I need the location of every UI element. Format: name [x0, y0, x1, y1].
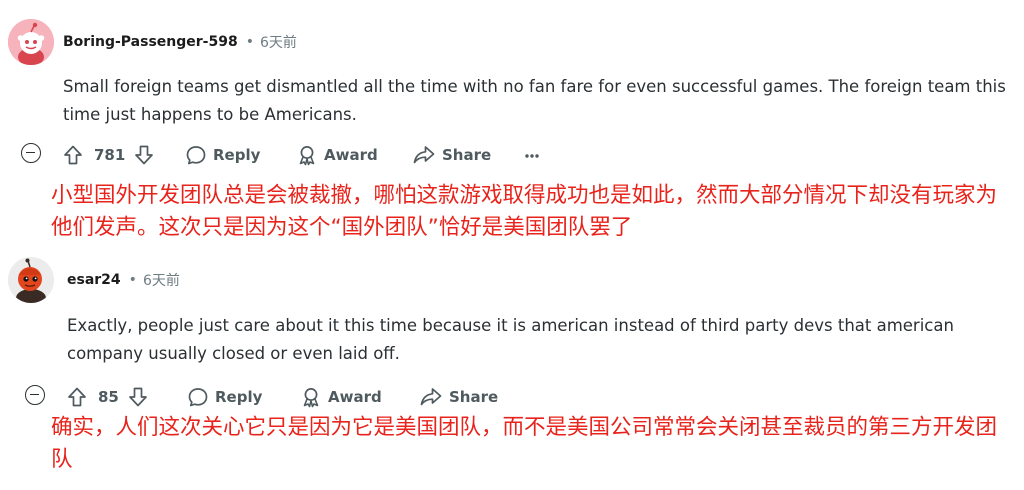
- comment-body: Exactly, people just care about it this …: [67, 316, 954, 363]
- username[interactable]: Boring-Passenger-598: [63, 34, 238, 50]
- award-button[interactable]: Award: [296, 142, 378, 168]
- timestamp[interactable]: 6天前: [143, 270, 180, 290]
- comment-thread: Boring-Passenger-598 • 6天前 Small foreign…: [0, 0, 1024, 490]
- collapse-icon[interactable]: [25, 385, 45, 405]
- upvote-icon[interactable]: [62, 144, 84, 166]
- more-icon: [525, 154, 539, 158]
- share-label: Share: [442, 146, 492, 164]
- comment-actions: 781 Reply Award Share: [0, 142, 1024, 168]
- snoo-avatar-icon: [8, 19, 54, 65]
- award-icon: [303, 388, 319, 408]
- award-icon: [299, 146, 315, 166]
- timestamp[interactable]: 6天前: [260, 32, 297, 52]
- reply-icon: [186, 146, 206, 165]
- separator-dot: •: [128, 272, 137, 288]
- award-button[interactable]: Award: [300, 384, 382, 410]
- downvote-icon[interactable]: [133, 144, 155, 166]
- reply-label: Reply: [215, 388, 263, 406]
- username[interactable]: esar24: [67, 272, 121, 288]
- comment-body: Small foreign teams get dismantled all t…: [63, 77, 1006, 124]
- share-button[interactable]: Share: [419, 384, 498, 410]
- vote-count: 781: [94, 146, 126, 164]
- reply-label: Reply: [213, 146, 261, 164]
- vote-group: 781: [62, 142, 155, 168]
- reply-icon: [188, 388, 208, 407]
- vote-count: 85: [98, 388, 119, 406]
- share-icon: [420, 388, 442, 406]
- reply-button[interactable]: Reply: [185, 142, 260, 168]
- translation-annotation: 小型国外开发团队总是会被裁撤，哪怕这款游戏取得成功也是如此，然而大部分情况下却没…: [51, 183, 998, 240]
- downvote-icon[interactable]: [127, 386, 149, 408]
- reply-button[interactable]: Reply: [187, 384, 262, 410]
- share-button[interactable]: Share: [412, 142, 491, 168]
- award-label: Award: [328, 388, 382, 406]
- vote-group: 85: [66, 384, 149, 410]
- share-label: Share: [449, 388, 499, 406]
- comment-actions: 85 Reply Award Share: [0, 384, 1024, 410]
- award-label: Award: [324, 146, 378, 164]
- avatar[interactable]: [8, 19, 54, 65]
- translation-annotation: 确实，人们这次关心它只是因为它是美国团队，而不是美国公司常常会关闭甚至裁员的第三…: [51, 415, 998, 472]
- collapse-icon[interactable]: [21, 143, 41, 163]
- more-options-button[interactable]: [523, 142, 541, 168]
- comment: Boring-Passenger-598 • 6天前 Small foreign…: [0, 0, 1024, 245]
- comment: esar24 • 6天前 Exactly, people just care a…: [0, 245, 1024, 490]
- separator-dot: •: [245, 34, 254, 50]
- snoo-avatar-icon: [8, 257, 54, 303]
- avatar[interactable]: [8, 257, 54, 303]
- share-icon: [413, 146, 435, 164]
- comment-meta: Boring-Passenger-598 • 6天前: [63, 31, 297, 53]
- upvote-icon[interactable]: [66, 386, 88, 408]
- comment-meta: esar24 • 6天前: [67, 269, 180, 291]
